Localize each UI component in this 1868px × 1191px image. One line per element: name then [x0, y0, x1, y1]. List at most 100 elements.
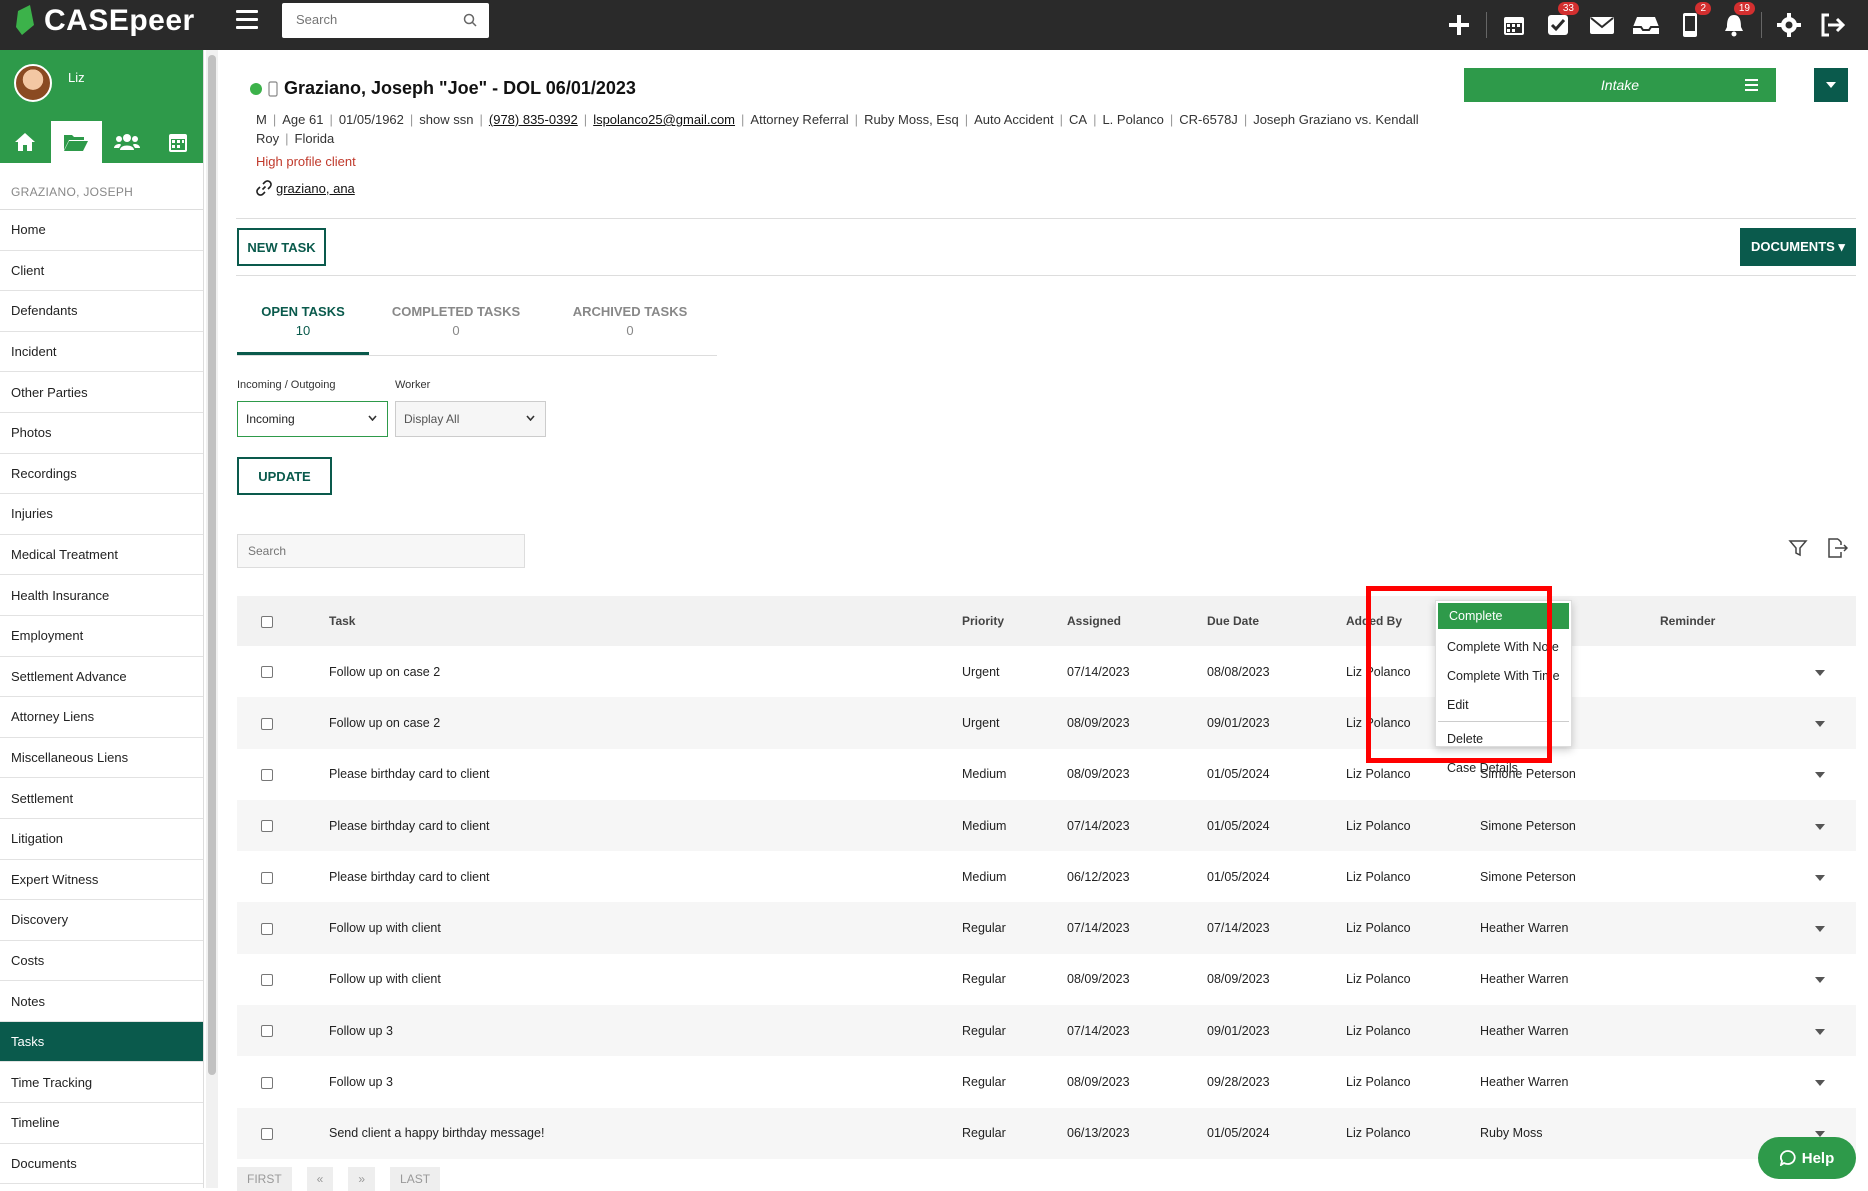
caret-down-icon[interactable] [1815, 874, 1825, 881]
sidebar-item-time-tracking[interactable]: Time Tracking [0, 1062, 203, 1104]
table-row[interactable]: Follow up with client Regular 07/14/2023 07… [237, 902, 1856, 954]
sidebar-item-defendants[interactable]: Defendants [0, 291, 203, 332]
sidebar-item-other-parties[interactable]: Other Parties [0, 372, 203, 413]
row-checkbox[interactable] [261, 974, 273, 987]
sidebar-item-employment[interactable]: Employment [0, 616, 203, 657]
sidebar-item-attorney-liens[interactable]: Attorney Liens [0, 697, 203, 738]
menu-icon[interactable] [1745, 79, 1758, 94]
avatar[interactable] [14, 64, 52, 102]
global-search-input[interactable] [282, 3, 452, 36]
table-row[interactable]: Please birthday card to client Medium 07/1… [237, 799, 1856, 852]
caret-down-icon[interactable] [1815, 1080, 1825, 1087]
row-checkbox[interactable] [261, 768, 273, 781]
column-header-reminder[interactable]: Reminder [1660, 596, 1815, 646]
sidebar-item-injuries[interactable]: Injuries [0, 494, 203, 535]
row-checkbox[interactable] [261, 1128, 273, 1141]
row-checkbox[interactable] [261, 922, 273, 935]
calendar-icon[interactable] [152, 121, 203, 163]
sidebar-item-miscellaneous-liens[interactable]: Miscellaneous Liens [0, 738, 203, 779]
sidebar-item-home[interactable]: Home [0, 210, 203, 251]
sidebar-item-documents[interactable]: Documents [0, 1144, 203, 1185]
select-all-checkbox[interactable] [261, 615, 273, 628]
tasks-check-icon[interactable]: 33 [1541, 2, 1579, 42]
sidebar-item-litigation[interactable]: Litigation [0, 819, 203, 860]
pager-first-button[interactable]: FIRST [237, 1167, 292, 1191]
new-task-button[interactable]: NEW TASK [237, 228, 326, 266]
column-header-priority[interactable]: Priority [962, 596, 1067, 646]
worker-select[interactable]: Display All [395, 401, 546, 437]
row-checkbox[interactable] [261, 1076, 273, 1089]
sidebar-item-recordings[interactable]: Recordings [0, 454, 203, 495]
table-row[interactable]: Send client a happy birthday message! Reg… [237, 1107, 1856, 1159]
related-case-link[interactable]: graziano, ana [276, 181, 355, 196]
sidebar-item-costs[interactable]: Costs [0, 941, 203, 982]
tab-completed-tasks[interactable]: COMPLETED TASKS 0 [369, 304, 543, 355]
column-header-due-date[interactable]: Due Date [1207, 596, 1346, 646]
intake-button[interactable]: Intake [1464, 68, 1776, 102]
table-row[interactable]: Follow up 3 Regular 08/09/2023 09/28/2023 Li… [237, 1056, 1856, 1107]
table-row[interactable]: Please birthday card to client Medium 08/0… [237, 749, 1856, 800]
sidebar-item-settlement-advance[interactable]: Settlement Advance [0, 657, 203, 698]
bell-icon[interactable]: 19 [1717, 2, 1755, 42]
caret-down-icon[interactable] [1815, 823, 1825, 830]
caret-down-icon[interactable] [1815, 669, 1825, 676]
inbox-icon[interactable] [1629, 8, 1663, 42]
gear-icon[interactable] [1772, 8, 1806, 42]
home-icon[interactable] [0, 121, 51, 163]
sidebar-item-settlement[interactable]: Settlement [0, 778, 203, 819]
row-checkbox[interactable] [261, 1025, 273, 1038]
search-icon[interactable] [463, 13, 477, 27]
column-header-assigned[interactable]: Assigned [1067, 596, 1207, 646]
direction-select[interactable]: Incoming [237, 401, 388, 437]
caret-down-icon[interactable] [1815, 1028, 1825, 1035]
row-checkbox[interactable] [261, 717, 273, 730]
client-meta-item[interactable]: show ssn [419, 112, 473, 127]
sidebar-item-timeline[interactable]: Timeline [0, 1103, 203, 1144]
mobile-phone-icon[interactable]: 2 [1673, 2, 1711, 42]
table-row[interactable]: Follow up on case 2 Urgent 08/09/2023 09/01… [237, 697, 1856, 749]
row-checkbox[interactable] [261, 820, 273, 833]
column-header-task[interactable]: Task [329, 596, 962, 646]
table-search-input[interactable] [238, 535, 518, 567]
sidebar-item-tasks[interactable]: Tasks [0, 1021, 203, 1063]
menu-toggle-icon[interactable] [236, 10, 258, 32]
client-phone-link[interactable]: (978) 835-0392 [489, 112, 578, 127]
row-checkbox[interactable] [261, 666, 273, 679]
pager-last-button[interactable]: LAST [390, 1167, 441, 1191]
table-row[interactable]: Follow up with client Regular 08/09/2023 08… [237, 954, 1856, 1005]
pager-next-button[interactable]: » [348, 1167, 376, 1191]
caret-down-icon[interactable] [1815, 720, 1825, 727]
sidebar-item-notes[interactable]: Notes [0, 981, 203, 1022]
sidebar-item-client[interactable]: Client [0, 251, 203, 292]
users-icon[interactable] [102, 121, 153, 163]
sidebar-item-photos[interactable]: Photos [0, 413, 203, 454]
client-email-link[interactable]: lspolanco25@gmail.com [593, 112, 735, 127]
caret-down-icon[interactable] [1815, 926, 1825, 933]
sidebar-item-expert-witness[interactable]: Expert Witness [0, 860, 203, 901]
caret-down-icon[interactable] [1815, 772, 1825, 779]
add-icon[interactable] [1442, 8, 1476, 42]
logout-icon[interactable] [1816, 8, 1850, 42]
update-button[interactable]: UPDATE [237, 457, 332, 495]
row-checkbox[interactable] [261, 871, 273, 884]
help-button[interactable]: Help [1758, 1137, 1856, 1179]
intake-dropdown-button[interactable] [1814, 68, 1848, 102]
table-row[interactable]: Follow up 3 Regular 07/14/2023 09/01/2023 Li… [237, 1005, 1856, 1057]
filter-icon[interactable] [1788, 538, 1808, 558]
pager-prev-button[interactable]: « [306, 1167, 334, 1191]
casepeer-logo[interactable]: CASEpeer [14, 4, 195, 38]
export-icon[interactable] [1826, 538, 1848, 558]
documents-button[interactable]: DOCUMENTS ▾ [1740, 228, 1856, 266]
sidebar-item-discovery[interactable]: Discovery [0, 900, 203, 941]
table-row[interactable]: Follow up on case 2 Urgent 07/14/2023 08/08… [237, 646, 1856, 697]
caret-down-icon[interactable] [1815, 977, 1825, 984]
sidebar-item-incident[interactable]: Incident [0, 332, 203, 373]
sidebar-item-health-insurance[interactable]: Health Insurance [0, 575, 203, 616]
tab-open-tasks[interactable]: OPEN TASKS 10 [237, 304, 369, 355]
sidebar-item-medical-treatment[interactable]: Medical Treatment [0, 535, 203, 576]
tab-archived-tasks[interactable]: ARCHIVED TASKS 0 [543, 304, 717, 355]
folder-open-icon[interactable] [50, 121, 102, 163]
mail-icon[interactable] [1585, 8, 1619, 42]
table-row[interactable]: Please birthday card to client Medium 06/1… [237, 851, 1856, 902]
sidebar-scrollbar-thumb[interactable] [208, 55, 216, 1075]
